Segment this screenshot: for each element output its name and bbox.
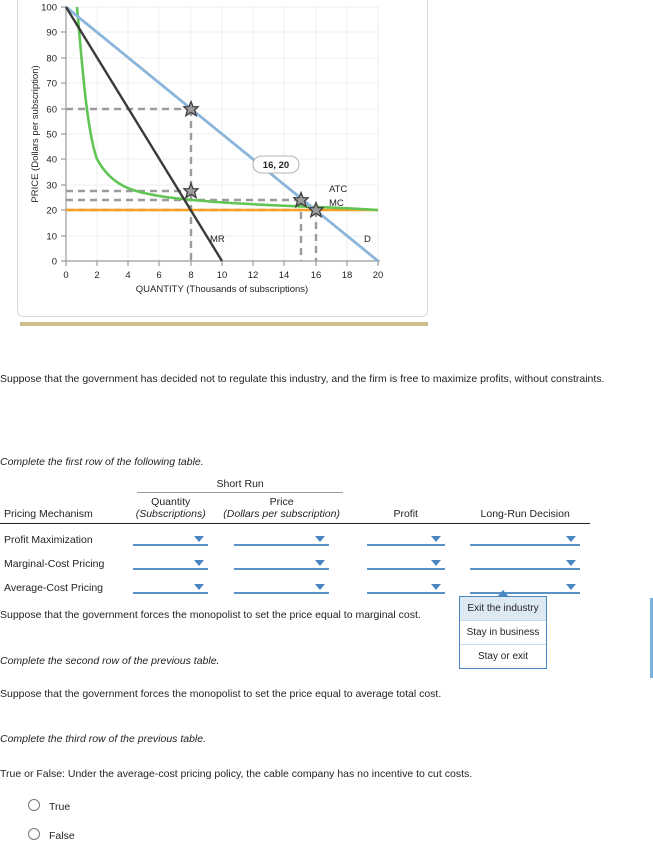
y-tick-90: 90 xyxy=(46,28,57,39)
header-pricing-mechanism: Pricing Mechanism xyxy=(4,508,93,520)
complete-first-row-text: Complete the first row of the following … xyxy=(0,456,204,468)
dropdown-open-pointer-icon xyxy=(497,590,509,597)
row-label-marginal-cost-pricing: Marginal-Cost Pricing xyxy=(4,558,105,570)
chevron-down-icon xyxy=(194,560,205,566)
average-total-cost-prompt: Suppose that the government forces the m… xyxy=(0,688,442,700)
y-axis-ticks xyxy=(61,6,66,262)
radio-label-true: True xyxy=(49,801,71,813)
table-row: Profit Maximization xyxy=(0,524,590,549)
long-run-decision-option-list[interactable]: Exit the industry Stay in business Stay … xyxy=(459,596,547,669)
dropdown-profit-marginal-cost[interactable] xyxy=(366,555,445,570)
y-tick-60: 60 xyxy=(46,105,57,116)
chevron-down-icon xyxy=(194,584,205,590)
x-tick-16: 16 xyxy=(311,270,322,281)
y-axis-title: PRICE (Dollars per subscription) xyxy=(30,65,41,202)
monopoly-price-quantity-chart: 100 90 80 70 60 50 40 30 20 10 0 0 2 4 6… xyxy=(30,3,383,296)
chevron-down-icon xyxy=(566,560,577,566)
complete-second-row-text: Complete the second row of the previous … xyxy=(0,655,220,667)
table-row: Marginal-Cost Pricing xyxy=(0,548,590,572)
radio-option-false[interactable]: False xyxy=(28,828,75,842)
x-tick-18: 18 xyxy=(342,270,353,281)
chevron-down-icon xyxy=(315,584,326,590)
chevron-down-icon xyxy=(315,536,326,542)
y-tick-80: 80 xyxy=(46,54,57,65)
y-tick-70: 70 xyxy=(46,79,57,90)
row-label-average-cost-pricing: Average-Cost Pricing xyxy=(4,582,104,594)
chevron-down-icon xyxy=(566,536,577,542)
option-exit-the-industry[interactable]: Exit the industry xyxy=(460,597,546,621)
header-long-run-decision: Long-Run Decision xyxy=(480,508,570,520)
chevron-down-icon xyxy=(430,584,441,590)
table-group-header-row: Short Run xyxy=(0,478,590,492)
x-tick-4: 4 xyxy=(125,270,130,281)
mr-label: MR xyxy=(210,234,225,245)
intro-text: Suppose that the government has decided … xyxy=(0,373,605,385)
y-tick-10: 10 xyxy=(46,232,57,243)
radio-button-true[interactable] xyxy=(28,799,40,811)
pricing-mechanism-table: Short Run Quantity Price Pricing Mechani… xyxy=(0,478,590,596)
dropdown-quantity-profit-max[interactable] xyxy=(133,531,209,546)
marginal-cost-prompt: Suppose that the government forces the m… xyxy=(0,609,421,621)
tooltip-text: 16, 20 xyxy=(263,160,289,171)
dropdown-long-run-marginal-cost[interactable] xyxy=(470,555,581,570)
short-run-group-header: Short Run xyxy=(216,478,264,490)
x-tick-2: 2 xyxy=(94,270,99,281)
y-tick-50: 50 xyxy=(46,130,57,141)
header-quantity-units: (Subscriptions) xyxy=(135,508,206,520)
dropdown-quantity-marginal-cost[interactable] xyxy=(133,555,209,570)
table-header-row: Pricing Mechanism (Subscriptions) (Dolla… xyxy=(0,508,590,520)
complete-third-row-text: Complete the third row of the previous t… xyxy=(0,733,207,745)
chevron-down-icon xyxy=(194,536,205,542)
header-price-units: (Dollars per subscription) xyxy=(223,508,340,520)
radio-label-false: False xyxy=(49,830,75,842)
atc-label: ATC xyxy=(329,184,347,195)
dropdown-price-average-cost[interactable] xyxy=(234,579,330,594)
header-quantity: Quantity xyxy=(151,496,191,508)
x-tick-6: 6 xyxy=(156,270,161,281)
true-false-question: True or False: Under the average-cost pr… xyxy=(0,768,473,780)
dropdown-profit-profit-max[interactable] xyxy=(366,531,445,546)
demand-label: D xyxy=(364,234,371,245)
x-tick-0: 0 xyxy=(63,270,68,281)
option-stay-or-exit[interactable]: Stay or exit xyxy=(460,645,546,668)
radio-option-true[interactable]: True xyxy=(28,799,70,813)
header-price: Price xyxy=(269,496,294,508)
y-tick-100: 100 xyxy=(41,3,57,14)
dropdown-long-run-average-cost[interactable] xyxy=(470,579,581,594)
chevron-down-icon xyxy=(566,584,577,590)
chart-panel: 100 90 80 70 60 50 40 30 20 10 0 0 2 4 6… xyxy=(17,0,428,317)
section-divider xyxy=(20,322,428,326)
x-tick-14: 14 xyxy=(279,270,290,281)
chevron-down-icon xyxy=(430,536,441,542)
option-stay-in-business[interactable]: Stay in business xyxy=(460,621,546,645)
x-axis-title: QUANTITY (Thousands of subscriptions) xyxy=(136,284,308,295)
x-axis-tick-labels: 0 2 4 6 8 10 12 14 16 18 20 xyxy=(63,270,383,281)
dropdown-price-marginal-cost[interactable] xyxy=(234,555,330,570)
radio-button-false[interactable] xyxy=(28,828,40,840)
y-axis-tick-labels: 100 90 80 70 60 50 40 30 20 10 0 xyxy=(41,3,57,268)
chevron-down-icon xyxy=(430,560,441,566)
x-tick-12: 12 xyxy=(248,270,259,281)
dropdown-long-run-profit-max[interactable] xyxy=(470,531,581,546)
dropdown-profit-average-cost[interactable] xyxy=(366,579,445,594)
row-label-profit-maximization: Profit Maximization xyxy=(4,534,93,546)
x-tick-10: 10 xyxy=(217,270,228,281)
chevron-down-icon xyxy=(315,560,326,566)
x-tick-8: 8 xyxy=(188,270,193,281)
mc-label: MC xyxy=(329,198,344,209)
table-subheader-row: Quantity Price xyxy=(0,496,590,508)
y-tick-20: 20 xyxy=(46,206,57,217)
y-tick-30: 30 xyxy=(46,181,57,192)
marker-tooltip: 16, 20 xyxy=(252,155,300,174)
x-axis-ticks xyxy=(65,261,379,266)
x-tick-20: 20 xyxy=(373,270,384,281)
y-tick-0: 0 xyxy=(52,257,57,268)
y-tick-40: 40 xyxy=(46,155,57,166)
short-run-rule xyxy=(137,492,344,493)
header-profit: Profit xyxy=(393,508,418,520)
dropdown-quantity-average-cost[interactable] xyxy=(133,579,209,594)
dropdown-price-profit-max[interactable] xyxy=(234,531,330,546)
